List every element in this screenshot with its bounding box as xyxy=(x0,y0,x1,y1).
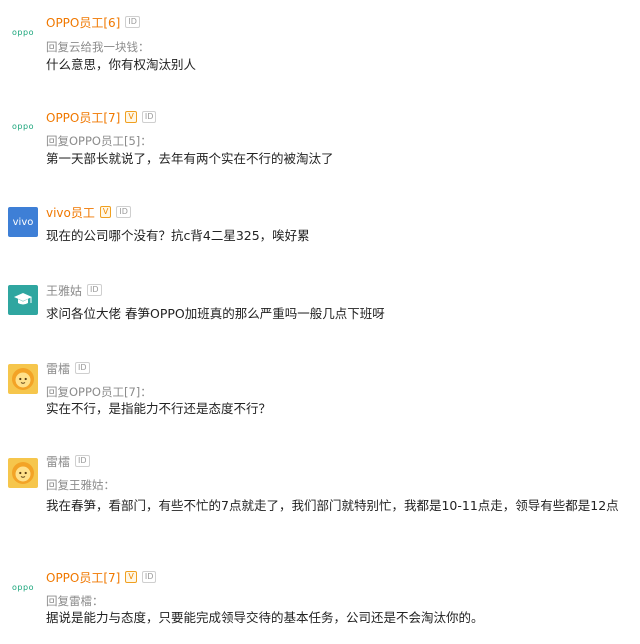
oppo-logo-avatar[interactable]: oppo xyxy=(8,572,38,602)
lion-face-icon xyxy=(12,462,34,484)
id-badge-icon: ID xyxy=(141,111,157,123)
reply-to-label: 回复雷檑： xyxy=(46,594,104,608)
comment-item: oppo OPPO员工[7] V ID 回复雷檑： 据说是能力与态度，只要能完成… xyxy=(0,564,640,644)
reply-to-label: 回复云给我一块钱： xyxy=(46,40,150,54)
author-name[interactable]: OPPO员工[7] xyxy=(46,569,120,586)
comment-item: 雷檑 ID 回复OPPO员工[7]： 实在不行，是指能力不行还是态度不行？ xyxy=(0,350,640,444)
comment-item: 王雅姑 ID 求问各位大佬 春笋OPPO加班真的那么严重吗一般几点下班呀 xyxy=(0,272,640,350)
author-name[interactable]: OPPO员工[7] xyxy=(46,109,120,126)
author-name[interactable]: 王雅姑 xyxy=(46,282,82,299)
id-badge-icon: ID xyxy=(75,362,90,374)
lion-cartoon-avatar[interactable] xyxy=(8,364,38,394)
graduation-cap-avatar[interactable] xyxy=(8,285,38,315)
comment-text: 什么意思，你有权淘汰别人 xyxy=(46,57,197,72)
reply-to-label: 回复OPPO员工[5]： xyxy=(46,134,152,148)
lion-cartoon-avatar[interactable] xyxy=(8,458,38,488)
id-badge-icon: ID xyxy=(116,206,131,218)
comment-item: oppo OPPO员工[6] ID 回复云给我一块钱： 什么意思，你有权淘汰别人 xyxy=(0,0,640,100)
reply-to-label: 回复OPPO员工[7]： xyxy=(46,385,152,399)
comment-text: 我在春笋，看部门，有些不忙的7点就走了，我们部门就特别忙，我都是10-11点走，… xyxy=(46,498,619,513)
verified-badge-icon: V xyxy=(99,206,112,218)
author-name[interactable]: 雷檑 xyxy=(46,453,70,470)
author-name[interactable]: vivo员工 xyxy=(46,204,95,221)
comment-header: 雷檑 ID xyxy=(46,360,90,376)
comment-header: OPPO员工[6] ID xyxy=(46,14,140,30)
id-badge-icon: ID xyxy=(125,16,140,28)
comment-text: 现在的公司哪个没有？抗c背4二星325，唉好累 xyxy=(46,228,310,243)
comment-text: 据说是能力与态度，只要能完成领导交待的基本任务，公司还是不会淘汰你的。 xyxy=(46,610,484,625)
lion-face-icon xyxy=(12,368,34,390)
oppo-logo-avatar[interactable]: oppo xyxy=(8,17,38,47)
comment-text: 求问各位大佬 春笋OPPO加班真的那么严重吗一般几点下班呀 xyxy=(46,306,385,321)
id-badge-icon: ID xyxy=(87,284,102,296)
verified-badge-icon: V xyxy=(125,571,137,583)
comment-item: vivo vivo员工 V ID 现在的公司哪个没有？抗c背4二星325，唉好累 xyxy=(0,196,640,272)
comment-header: 雷檑 ID xyxy=(46,453,90,469)
id-badge-icon: ID xyxy=(75,455,90,467)
comment-text: 实在不行，是指能力不行还是态度不行？ xyxy=(46,401,272,416)
comment-feed: oppo OPPO员工[6] ID 回复云给我一块钱： 什么意思，你有权淘汰别人… xyxy=(0,0,640,644)
verified-badge-icon: V xyxy=(125,111,137,123)
oppo-logo-avatar[interactable]: oppo xyxy=(8,111,38,141)
graduation-cap-icon xyxy=(14,293,32,305)
avatar-text: oppo xyxy=(12,27,34,37)
avatar-text: oppo xyxy=(12,582,34,592)
comment-text: 第一天部长就说了，去年有两个实在不行的被淘汰了 xyxy=(46,151,334,166)
author-name[interactable]: 雷檑 xyxy=(46,360,70,377)
comment-item: 雷檑 ID 回复王雅姑： 我在春笋，看部门，有些不忙的7点就走了，我们部门就特别… xyxy=(0,444,640,564)
vivo-logo-avatar[interactable]: vivo xyxy=(8,207,38,237)
comment-header: OPPO员工[7] V ID xyxy=(46,109,157,126)
id-badge-icon: ID xyxy=(141,571,157,583)
comment-item: oppo OPPO员工[7] V ID 回复OPPO员工[5]： 第一天部长就说… xyxy=(0,100,640,196)
comment-header: 王雅姑 ID xyxy=(46,282,102,298)
comment-header: OPPO员工[7] V ID xyxy=(46,569,157,586)
author-name[interactable]: OPPO员工[6] xyxy=(46,14,120,31)
avatar-text: oppo xyxy=(12,121,34,131)
comment-header: vivo员工 V ID xyxy=(46,204,131,220)
avatar-text: vivo xyxy=(12,216,34,228)
reply-to-label: 回复王雅姑： xyxy=(46,478,115,492)
